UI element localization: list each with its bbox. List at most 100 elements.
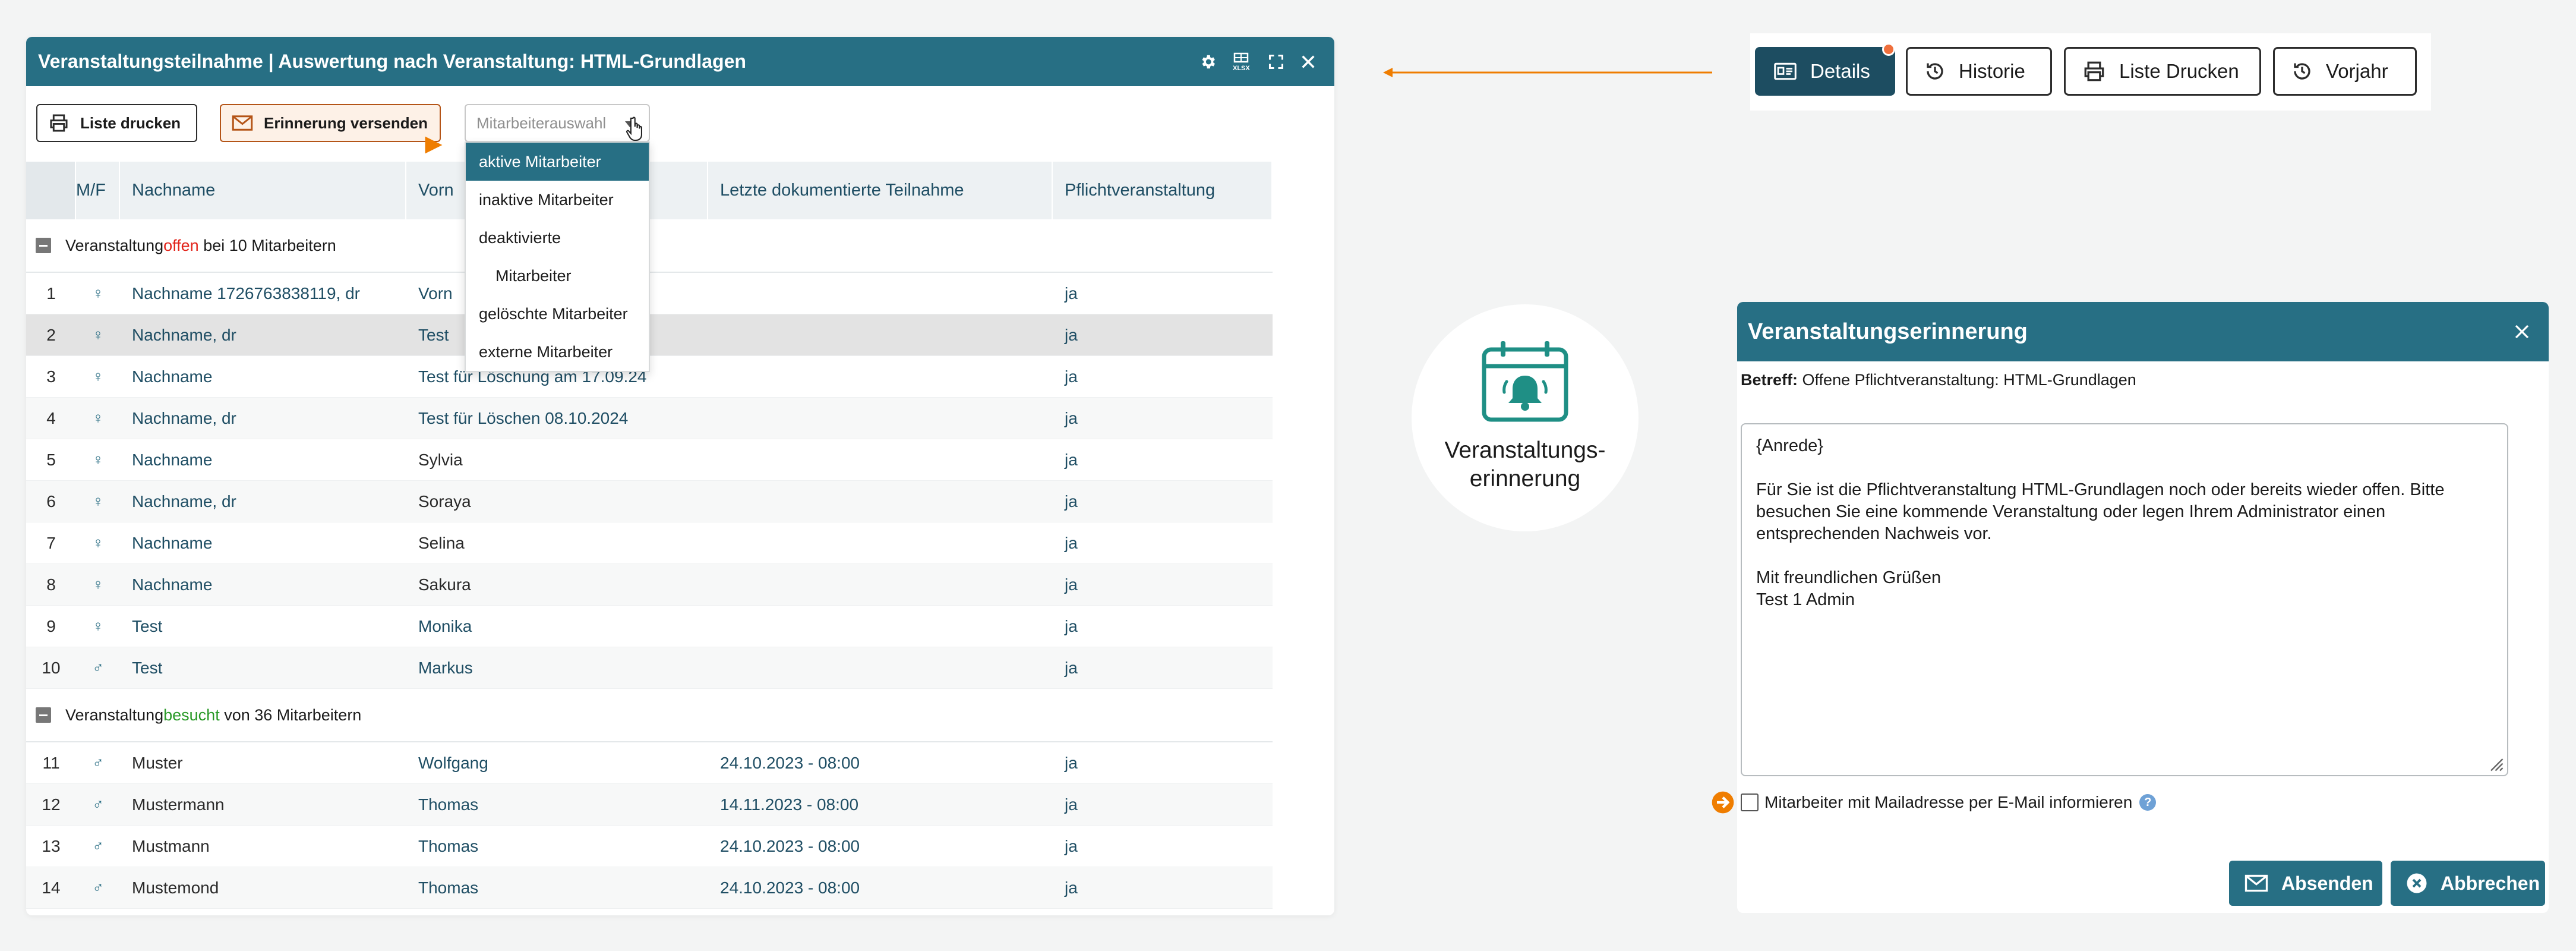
row-number: 2 [46, 325, 56, 344]
visited-rows: 11 ♂ Muster Wolfgang 24.10.2023 - 08:00 ja 12… [26, 742, 1273, 909]
option-deleted-employees[interactable]: gelöschte Mitarbeiter [466, 295, 649, 333]
row-firstname[interactable]: Selina [406, 534, 708, 553]
row-lastname[interactable]: Nachname, dr [120, 409, 406, 428]
option-deactivated-employees[interactable]: Mitarbeiter [466, 257, 649, 295]
gear-icon[interactable] [1199, 53, 1217, 71]
header-lastname[interactable]: Nachname [120, 162, 406, 219]
details-button[interactable]: Details [1755, 47, 1895, 96]
print-list-button[interactable]: Liste drucken [36, 104, 197, 142]
xlsx-label: XLSX [1233, 65, 1250, 71]
table-row[interactable]: 11 ♂ Muster Wolfgang 24.10.2023 - 08:00 ja [26, 742, 1273, 784]
close-icon[interactable] [2513, 323, 2531, 341]
row-mandatory: ja [1065, 836, 1078, 855]
table-row[interactable]: 6 ♀ Nachname, dr Soraya ja [26, 481, 1273, 522]
gender-female-icon: ♀ [92, 575, 104, 593]
row-firstname[interactable]: Monika [406, 617, 708, 636]
expand-icon[interactable] [1268, 53, 1284, 70]
row-lastname[interactable]: Nachname [120, 367, 406, 386]
window-titlebar: Veranstaltungsteilnahme | Auswertung nac… [26, 37, 1334, 86]
print-list-top-button[interactable]: Liste Drucken [2064, 47, 2261, 96]
feature-badge: Veranstaltungs- erinnerung [1412, 304, 1639, 531]
header-number [26, 162, 76, 219]
send-button[interactable]: Absenden [2229, 861, 2382, 906]
email-notify-row: Mitarbeiter mit Mailadresse per E-Mail i… [1741, 793, 2157, 812]
email-notify-checkbox[interactable] [1741, 793, 1759, 811]
message-textarea[interactable]: {Anrede} Für Sie ist die Pflichtveransta… [1741, 423, 2508, 776]
row-lastname[interactable]: Nachname, dr [120, 492, 406, 511]
help-icon[interactable]: ? [2139, 794, 2157, 811]
collapse-icon[interactable] [36, 707, 51, 723]
history-button[interactable]: Historie [1906, 47, 2052, 96]
header-mandatory[interactable]: Pflichtveranstaltung [1053, 162, 1273, 219]
row-lastname[interactable]: Muster [120, 754, 406, 773]
notification-dot [1882, 43, 1895, 56]
row-lastname[interactable]: Mustermann [120, 795, 406, 814]
employee-select[interactable]: Mitarbeiterauswahl [465, 104, 650, 142]
table-row[interactable]: 7 ♀ Nachname Selina ja [26, 522, 1273, 564]
hand-cursor-icon [625, 115, 648, 143]
row-firstname[interactable]: Thomas [406, 878, 708, 898]
row-mandatory: ja [1065, 753, 1078, 772]
action-button-bar: Details Historie Liste Drucken Vorjahr [1750, 33, 2431, 111]
envelope-icon [232, 115, 253, 131]
row-lastname[interactable]: Test [120, 617, 406, 636]
row-lastname[interactable]: Nachname [120, 575, 406, 594]
option-deactivated[interactable]: deaktivierte [466, 219, 649, 257]
table-row[interactable]: 14 ♂ Mustemond Thomas 24.10.2023 - 08:00 ja [26, 867, 1273, 909]
option-inactive-employees[interactable]: inaktive Mitarbeiter [466, 181, 649, 219]
table-row[interactable]: 5 ♀ Nachname Sylvia ja [26, 439, 1273, 481]
table-row[interactable]: 9 ♀ Test Monika ja [26, 606, 1273, 647]
row-number: 6 [46, 492, 56, 511]
row-firstname[interactable]: Test für Löschen 08.10.2024 [406, 409, 708, 428]
cancel-button[interactable]: Abbrechen [2391, 861, 2545, 906]
row-mandatory: ja [1065, 878, 1078, 897]
header-last-participation[interactable]: Letzte dokumentierte Teilnahme [708, 162, 1053, 219]
table-row[interactable]: 12 ♂ Mustermann Thomas 14.11.2023 - 08:00 ja [26, 784, 1273, 826]
collapse-icon[interactable] [36, 238, 51, 253]
gender-female-icon: ♀ [92, 492, 104, 510]
table-row[interactable]: 10 ♂ Test Markus ja [26, 647, 1273, 689]
row-firstname[interactable]: Soraya [406, 492, 708, 511]
option-active-employees[interactable]: aktive Mitarbeiter [466, 143, 649, 181]
row-firstname[interactable]: Wolfgang [406, 754, 708, 773]
row-firstname[interactable]: Sylvia [406, 451, 708, 470]
row-firstname[interactable]: Thomas [406, 837, 708, 856]
option-external-employees[interactable]: externe Mitarbeiter [466, 333, 649, 371]
row-lastname[interactable]: Test [120, 659, 406, 678]
row-last: 24.10.2023 - 08:00 [720, 836, 860, 855]
send-reminder-button[interactable]: Erinnerung versenden [220, 104, 441, 142]
row-mandatory: ja [1065, 795, 1078, 814]
printer-icon [48, 114, 70, 133]
header-gender[interactable]: M/F [76, 162, 120, 219]
row-lastname[interactable]: Nachname [120, 451, 406, 470]
row-mandatory: ja [1065, 616, 1078, 635]
row-lastname[interactable]: Nachname, dr [120, 326, 406, 345]
row-lastname[interactable]: Nachname [120, 534, 406, 553]
row-number: 5 [46, 450, 56, 469]
row-firstname[interactable]: Sakura [406, 575, 708, 594]
gender-male-icon: ♂ [92, 659, 104, 676]
group-open-prefix: Veranstaltung [65, 236, 164, 254]
resize-handle-icon[interactable] [2486, 754, 2504, 771]
table-row[interactable]: 4 ♀ Nachname, dr Test für Löschen 08.10.202… [26, 398, 1273, 439]
xlsx-icon[interactable]: XLSX [1232, 52, 1252, 71]
row-lastname[interactable]: Mustemond [120, 878, 406, 898]
row-mandatory: ja [1065, 408, 1078, 427]
row-firstname[interactable]: Markus [406, 659, 708, 678]
row-mandatory: ja [1065, 533, 1078, 552]
row-mandatory: ja [1065, 325, 1078, 344]
row-lastname[interactable]: Mustmann [120, 837, 406, 856]
row-number: 7 [46, 533, 56, 552]
dialog-title: Veranstaltungserinnerung [1748, 319, 2028, 344]
previous-year-button[interactable]: Vorjahr [2273, 47, 2417, 96]
group-visited-header[interactable]: Veranstaltung besucht von 36 Mitarbeiter… [26, 689, 1273, 742]
table-row[interactable]: 8 ♀ Nachname Sakura ja [26, 564, 1273, 606]
row-firstname[interactable]: Thomas [406, 795, 708, 814]
close-icon[interactable] [1300, 53, 1317, 70]
gender-female-icon: ♀ [92, 451, 104, 468]
row-lastname[interactable]: Nachname 1726763838119, dr [120, 284, 406, 303]
table-row[interactable]: 13 ♂ Mustmann Thomas 24.10.2023 - 08:00 ja [26, 826, 1273, 867]
group-visited-suffix: von 36 Mitarbeitern [219, 706, 362, 724]
history-icon [2291, 61, 2313, 82]
cancel-label: Abbrechen [2441, 872, 2540, 894]
